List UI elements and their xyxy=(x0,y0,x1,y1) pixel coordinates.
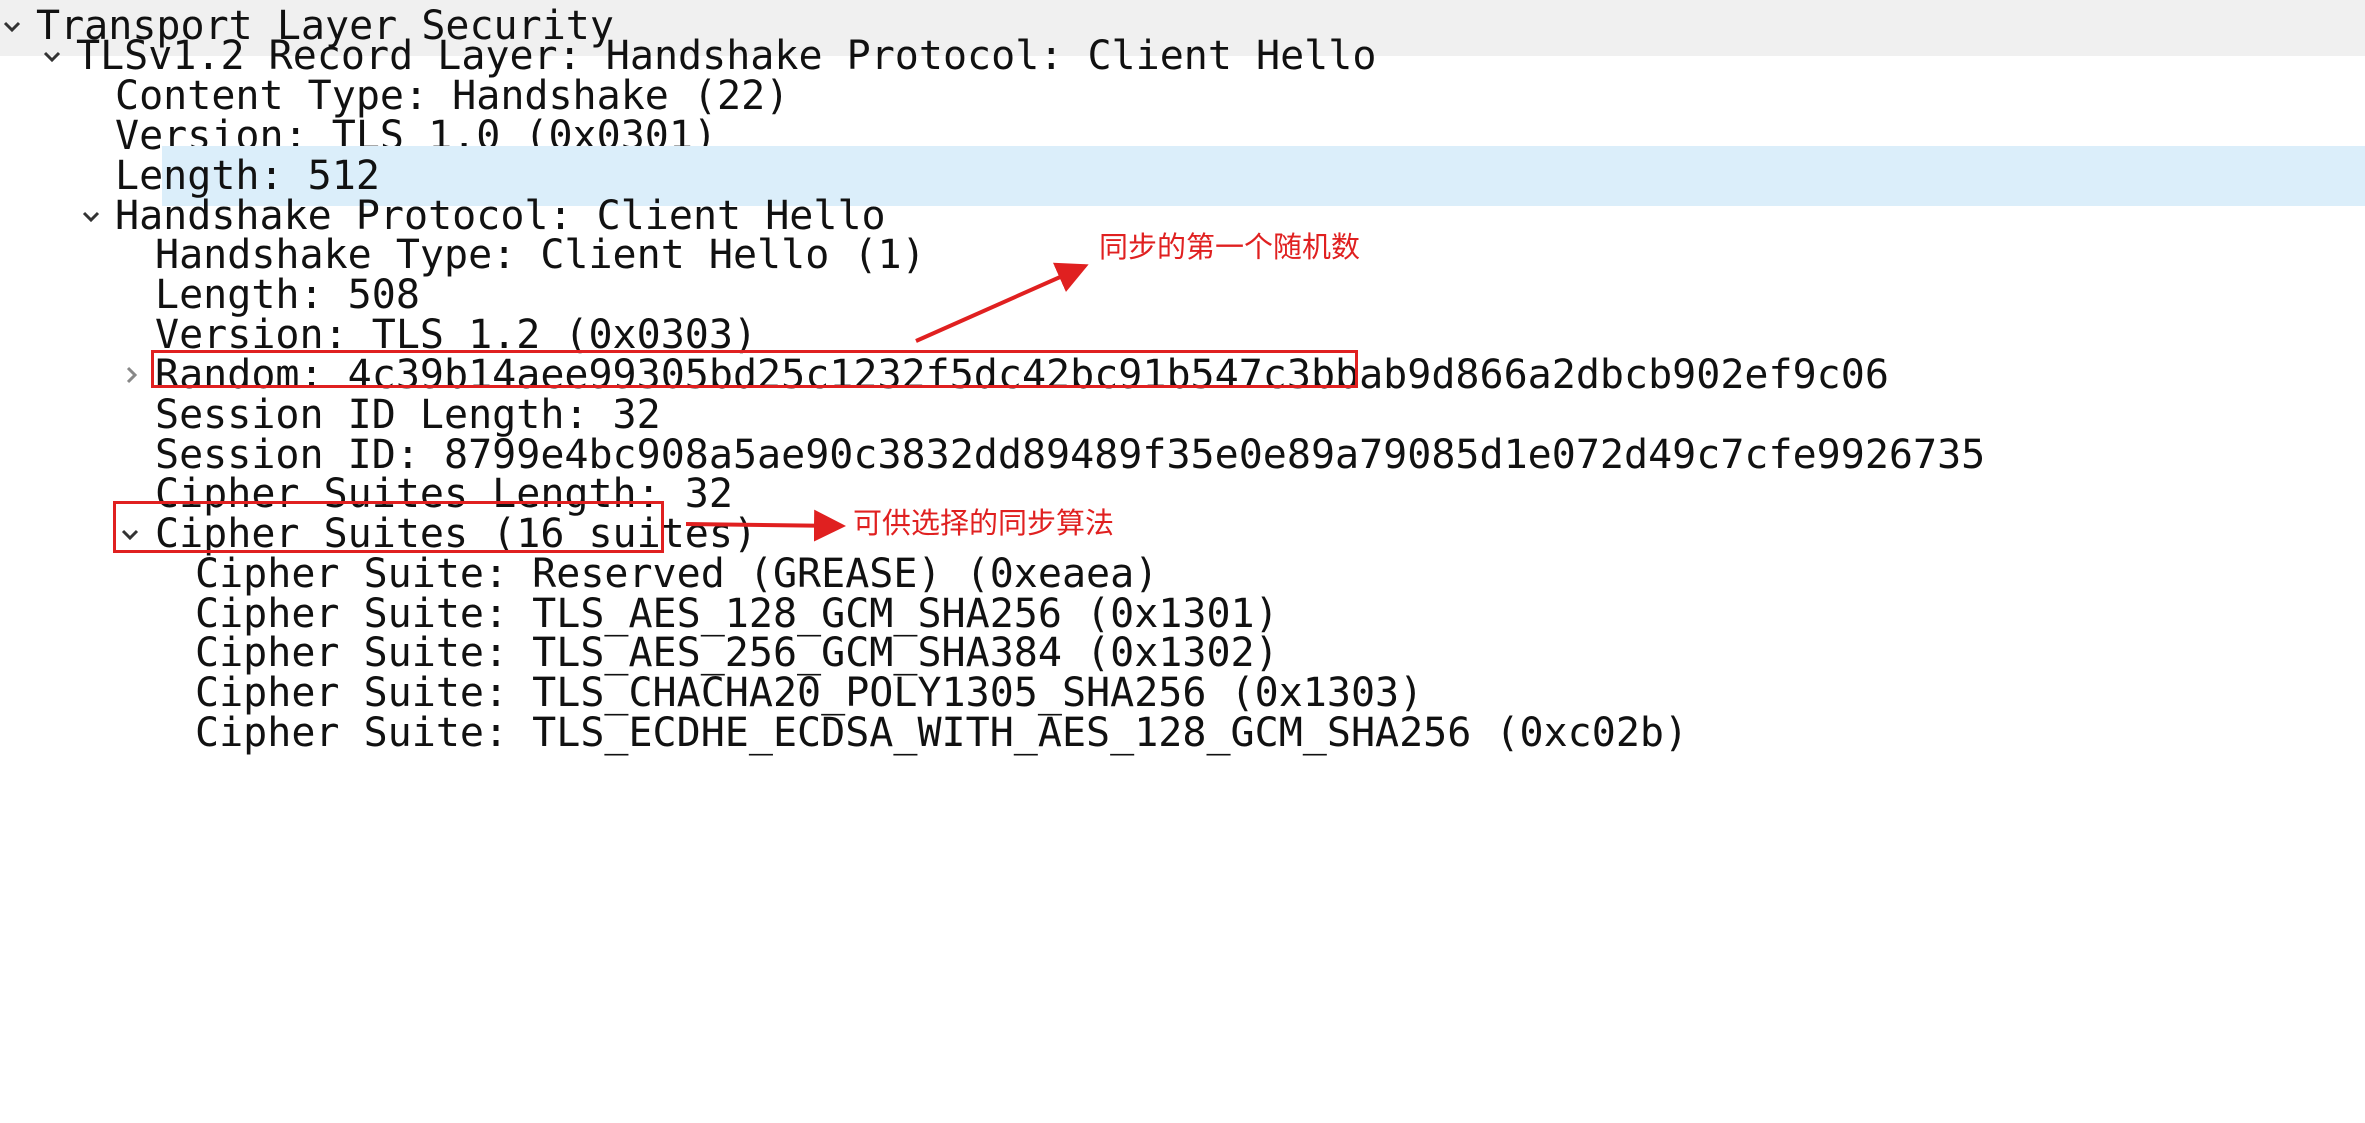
annotation-arrows xyxy=(685,262,1089,542)
cipher-annotation-text: 可供选择的同步算法 xyxy=(853,506,1115,540)
random-annotation-arrow xyxy=(915,262,1089,343)
random-annotation-text: 同步的第一个随机数 xyxy=(1099,230,1361,264)
cipher-annotation-arrow xyxy=(685,509,846,542)
